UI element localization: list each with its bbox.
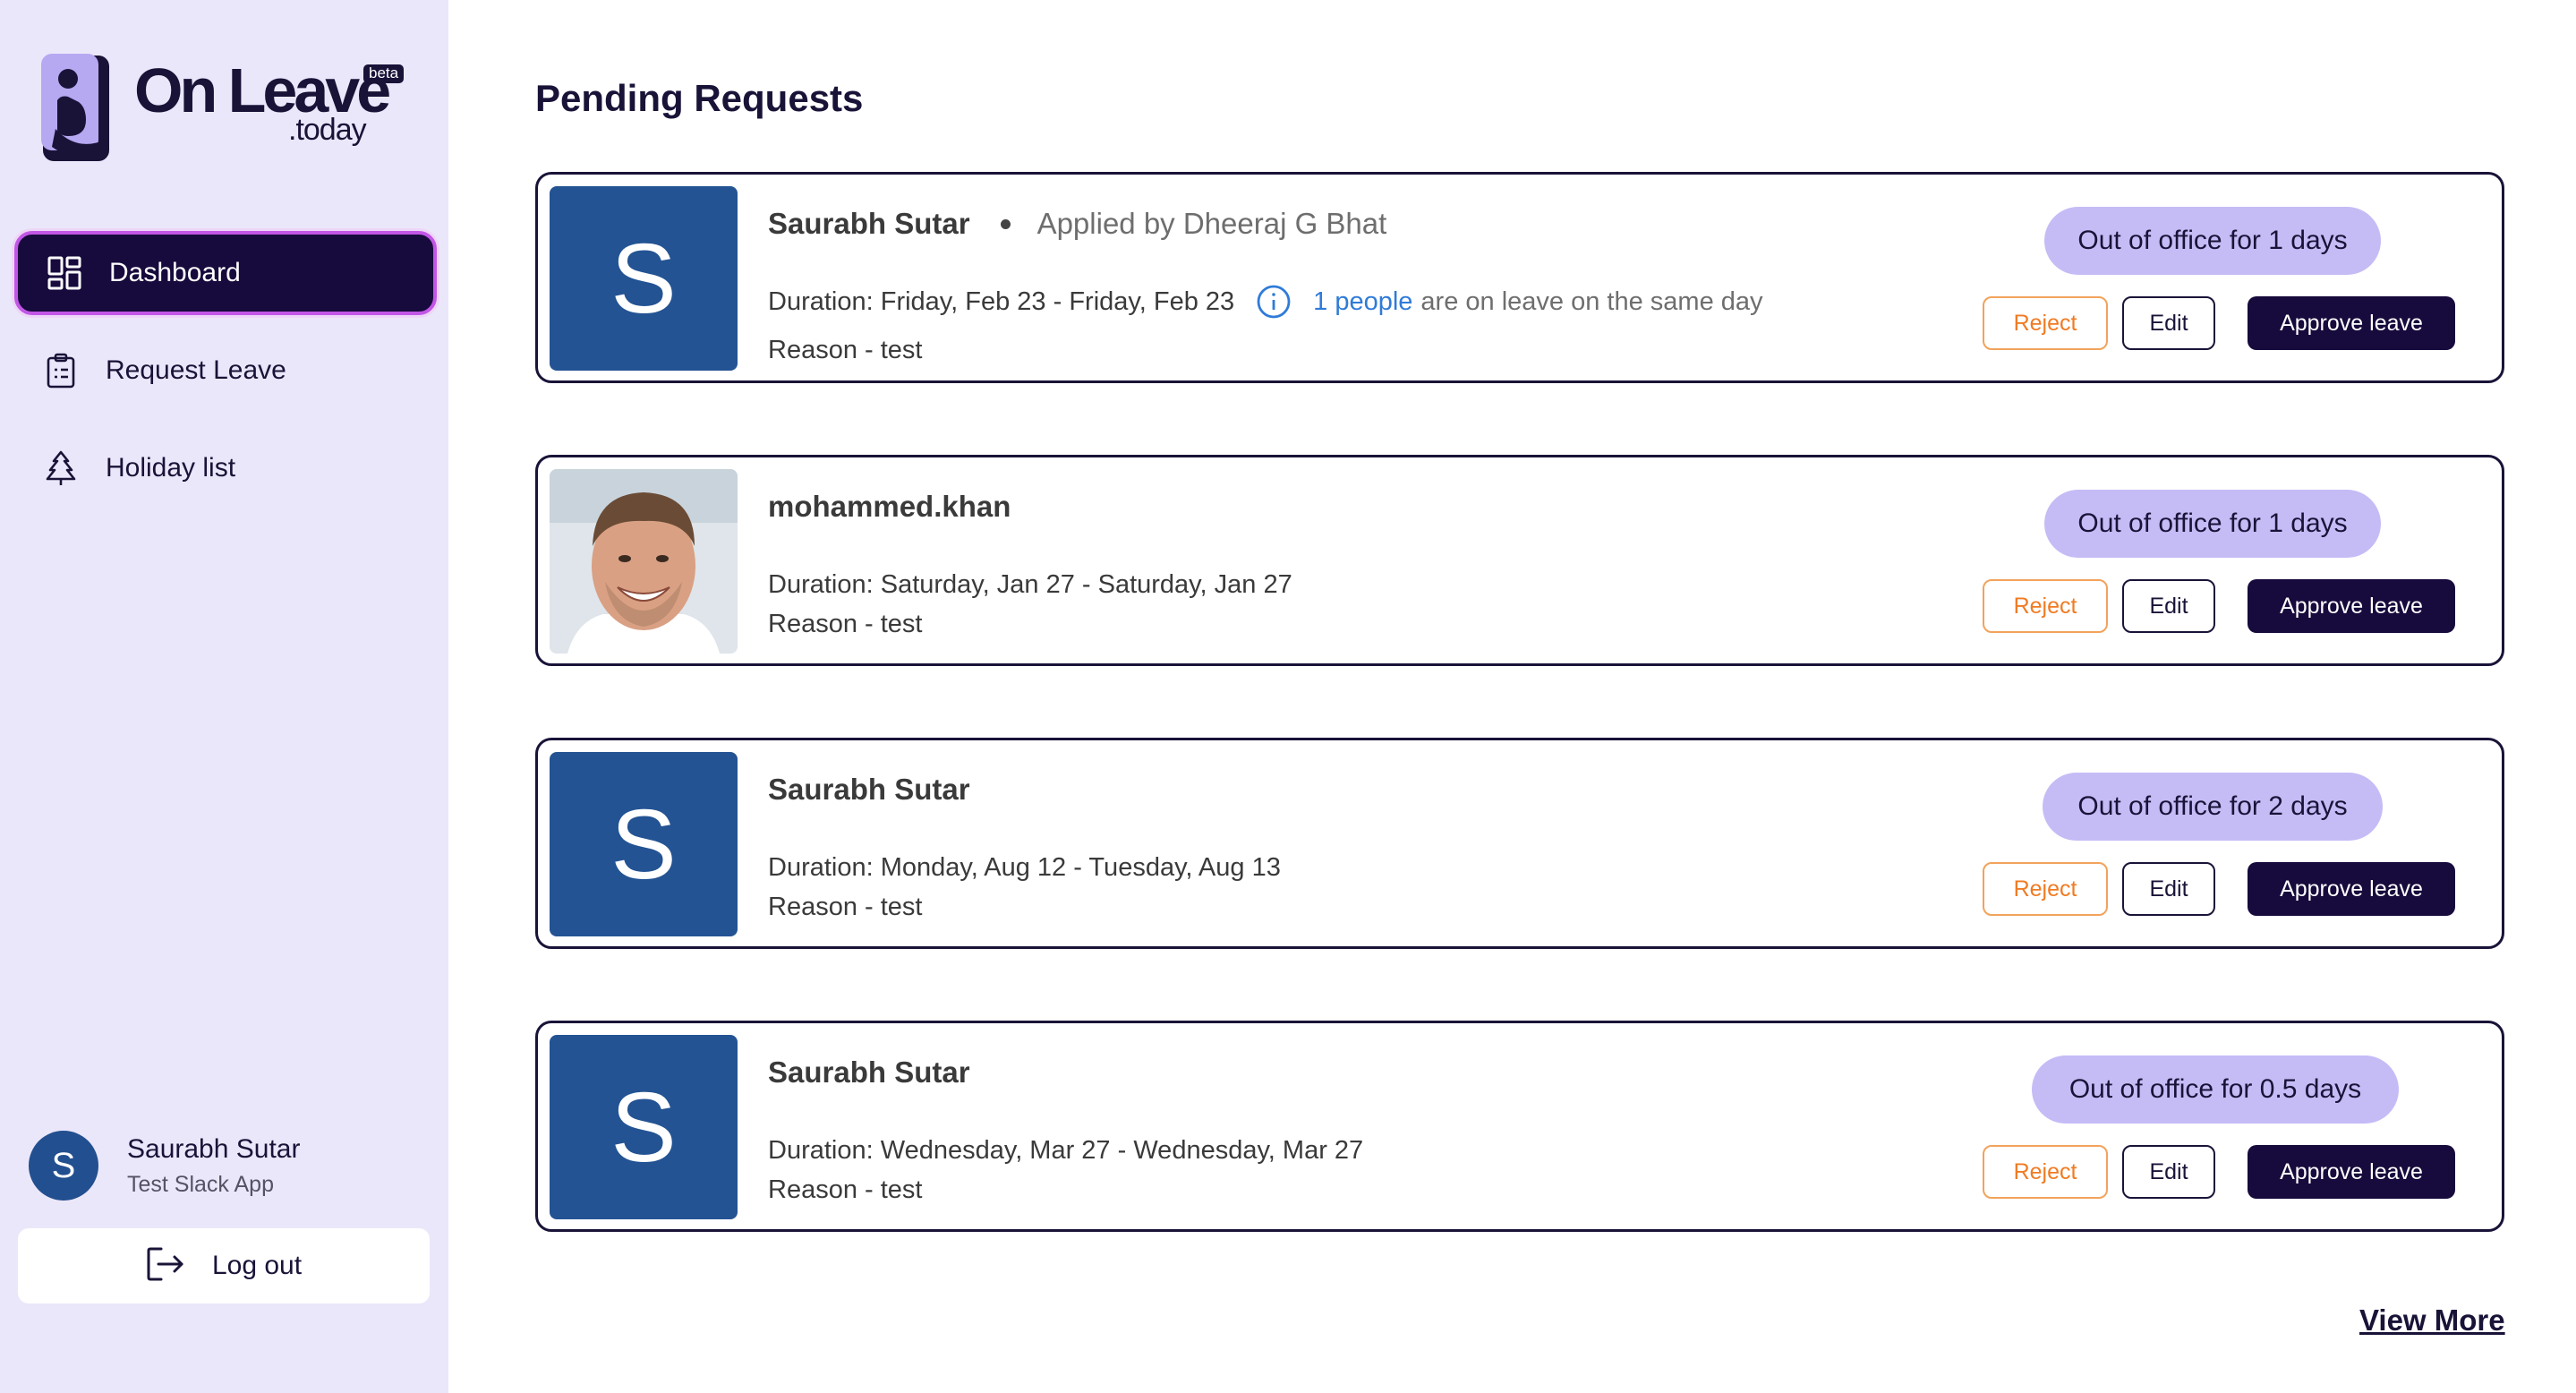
sidebar-nav: Dashboard Request Leave Holiday list (14, 231, 437, 524)
page-title: Pending Requests (535, 77, 864, 119)
user-avatar-tile: S (550, 752, 738, 936)
requester-name: mohammed.khan (768, 490, 1011, 523)
logo-mark-icon (41, 54, 109, 161)
profile-name: Saurabh Sutar (127, 1133, 301, 1164)
reject-button[interactable]: Reject (1983, 579, 2108, 633)
sidebar-item-holiday-list[interactable]: Holiday list (14, 426, 437, 510)
overlap-people-link[interactable]: 1 people (1313, 287, 1412, 317)
duration-text: Duration: Saturday, Jan 27 - Saturday, J… (768, 570, 1292, 599)
edit-button[interactable]: Edit (2122, 862, 2215, 916)
request-header: Saurabh Sutar (768, 773, 970, 807)
reject-button[interactable]: Reject (1983, 1145, 2108, 1199)
logout-icon (146, 1246, 185, 1286)
request-card: S Saurabh Sutar Duration: Wednesday, Mar… (535, 1021, 2504, 1232)
ooo-badge: Out of office for 1 days (2044, 490, 2381, 558)
logout-label: Log out (211, 1251, 303, 1280)
logo-subtitle: .today (288, 113, 367, 147)
sidebar: On Leave .today beta Dashboard Request L… (0, 0, 448, 1393)
user-avatar-tile: S (550, 186, 738, 371)
user-photo (550, 469, 738, 654)
ooo-badge: Out of office for 1 days (2044, 207, 2381, 275)
logout-button[interactable]: Log out (18, 1228, 430, 1303)
leave-duration: Duration: Monday, Aug 12 - Tuesday, Aug … (768, 853, 1281, 883)
user-avatar-tile: S (550, 1035, 738, 1219)
edit-button[interactable]: Edit (2122, 579, 2215, 633)
edit-button[interactable]: Edit (2122, 1145, 2215, 1199)
profile-workspace: Test Slack App (127, 1171, 274, 1197)
reject-button[interactable]: Reject (1983, 862, 2108, 916)
overlap-text: are on leave on the same day (1420, 286, 1763, 316)
sidebar-item-label: Request Leave (106, 355, 286, 385)
person-photo-icon (550, 469, 738, 654)
app-logo[interactable]: On Leave .today beta (41, 52, 417, 168)
leave-reason: Reason - test (768, 610, 923, 638)
request-header: Saurabh Sutar (768, 1055, 970, 1090)
sidebar-item-request-leave[interactable]: Request Leave (14, 329, 437, 413)
leave-duration: Duration: Saturday, Jan 27 - Saturday, J… (768, 570, 1292, 600)
duration-text: Duration: Monday, Aug 12 - Tuesday, Aug … (768, 853, 1281, 882)
sidebar-item-dashboard[interactable]: Dashboard (14, 231, 437, 315)
leave-duration: Duration: Wednesday, Mar 27 - Wednesday,… (768, 1136, 1363, 1166)
ooo-badge: Out of office for 0.5 days (2032, 1055, 2399, 1124)
requester-name: Saurabh Sutar (768, 1055, 970, 1089)
approve-leave-button[interactable]: Approve leave (2248, 579, 2455, 633)
request-card: S Saurabh Sutar Duration: Monday, Aug 12… (535, 738, 2504, 949)
request-card: S Saurabh Sutar Applied by Dheeraj G Bha… (535, 172, 2504, 383)
request-header: mohammed.khan (768, 490, 1011, 524)
duration-text: Duration: Friday, Feb 23 - Friday, Feb 2… (768, 286, 1235, 316)
avatar: S (29, 1131, 98, 1201)
leave-reason: Reason - test (768, 336, 923, 364)
beta-badge: beta (363, 64, 405, 83)
requester-name: Saurabh Sutar (768, 773, 970, 806)
duration-text: Duration: Wednesday, Mar 27 - Wednesday,… (768, 1136, 1364, 1165)
leave-reason: Reason - test (768, 1175, 923, 1204)
view-more-link[interactable]: View More (2359, 1303, 2505, 1337)
dashboard-grid-icon (47, 255, 82, 291)
sidebar-item-label: Holiday list (106, 453, 236, 483)
requester-name: Saurabh Sutar (768, 207, 970, 240)
edit-button[interactable]: Edit (2122, 296, 2215, 350)
ooo-badge: Out of office for 2 days (2043, 773, 2383, 841)
user-profile[interactable]: S Saurabh Sutar Test Slack App (29, 1130, 422, 1201)
clipboard-icon (43, 353, 79, 389)
request-card: mohammed.khan Duration: Saturday, Jan 27… (535, 455, 2504, 666)
profile-info: Saurabh Sutar Test Slack App (127, 1134, 300, 1198)
request-header: Saurabh Sutar Applied by Dheeraj G Bhat (768, 207, 1386, 241)
approve-leave-button[interactable]: Approve leave (2248, 296, 2455, 350)
leave-duration: Duration: Friday, Feb 23 - Friday, Feb 2… (768, 284, 1763, 320)
approve-leave-button[interactable]: Approve leave (2248, 1145, 2455, 1199)
tree-icon (43, 450, 79, 486)
info-icon[interactable] (1256, 284, 1292, 320)
approve-leave-button[interactable]: Approve leave (2248, 862, 2455, 916)
applied-by-text: Applied by Dheeraj G Bhat (1036, 207, 1387, 240)
reject-button[interactable]: Reject (1983, 296, 2108, 350)
sidebar-item-label: Dashboard (109, 258, 241, 287)
separator-dot (1000, 218, 1011, 229)
leave-reason: Reason - test (768, 893, 923, 921)
